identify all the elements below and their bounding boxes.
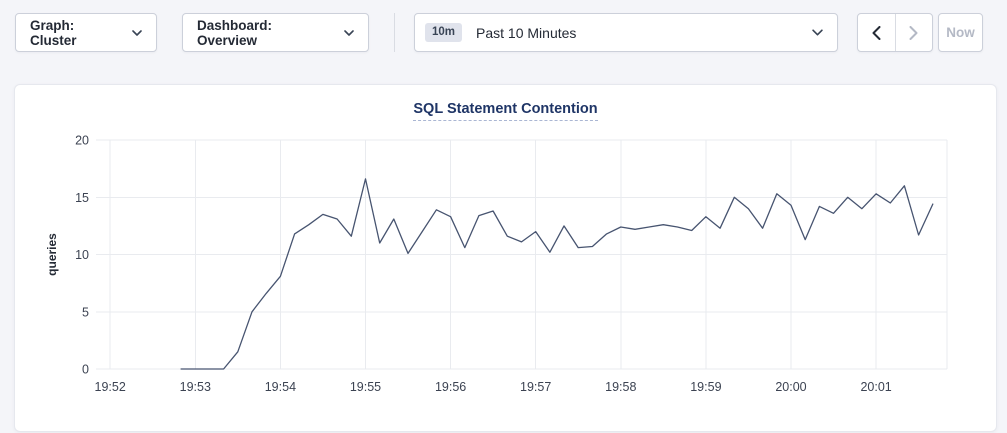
svg-text:5: 5 [82,305,89,319]
chart-card: 0 5 10 15 20 19:52 19:53 19:54 19:55 19:56 19:57 19… [14,84,997,432]
prev-timeframe-button[interactable] [858,14,896,51]
chevron-right-icon [909,26,918,40]
chart-title[interactable]: SQL Statement Contention [413,101,597,121]
sql-statement-contention-chart: 0 5 10 15 20 19:52 19:53 19:54 19:55 19:56 19:57 19… [15,85,998,433]
next-timeframe-button[interactable] [896,14,933,51]
now-button[interactable]: Now [938,13,983,52]
svg-text:19:56: 19:56 [435,380,466,394]
svg-text:19:57: 19:57 [520,380,551,394]
svg-text:20:00: 20:00 [775,380,806,394]
svg-text:19:53: 19:53 [180,380,211,394]
svg-text:10: 10 [75,248,89,262]
time-range-dropdown[interactable]: 10m Past 10 Minutes [414,13,838,52]
chevron-down-icon [132,30,142,36]
svg-text:19:52: 19:52 [95,380,126,394]
chevron-left-icon [872,26,881,40]
svg-text:19:58: 19:58 [605,380,636,394]
timeframe-nav-group [857,13,933,52]
dashboard-dropdown-label: Dashboard: Overview [197,18,334,48]
time-range-label: Past 10 Minutes [476,25,812,41]
svg-text:19:59: 19:59 [690,380,721,394]
svg-text:queries: queries [45,233,59,276]
svg-text:15: 15 [75,191,89,205]
toolbar-divider [394,13,395,52]
time-range-badge: 10m [425,23,462,43]
svg-text:0: 0 [82,363,89,377]
graph-dropdown[interactable]: Graph: Cluster [15,13,157,52]
svg-text:19:54: 19:54 [265,380,296,394]
svg-text:20:01: 20:01 [860,380,891,394]
chevron-down-icon [344,30,354,36]
svg-text:19:55: 19:55 [350,380,381,394]
chevron-down-icon [812,29,823,36]
chart-title-row: SQL Statement Contention [15,100,996,121]
dashboard-dropdown[interactable]: Dashboard: Overview [182,13,369,52]
graph-dropdown-label: Graph: Cluster [30,18,122,48]
svg-text:20: 20 [75,134,89,148]
